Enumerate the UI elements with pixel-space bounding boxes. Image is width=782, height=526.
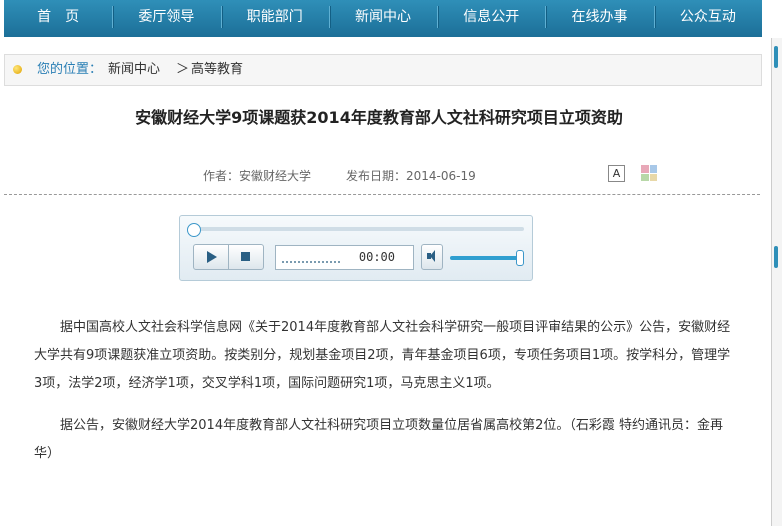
page-scrollbar[interactable] (771, 38, 782, 526)
progress-handle[interactable] (187, 223, 201, 237)
nav-departments[interactable]: 职能部门 (220, 0, 329, 37)
progress-track[interactable] (188, 227, 524, 231)
article-author: 作者：安徽财经大学 (203, 169, 312, 183)
breadcrumb-label: 您的位置： (37, 62, 103, 77)
buffer-indicator (282, 261, 340, 263)
volume-handle[interactable] (516, 250, 524, 266)
nav-online-service[interactable]: 在线办事 (545, 0, 653, 37)
stop-icon (241, 252, 250, 261)
article-paragraph: 据公告，安徽财经大学2014年度教育部人文社科研究项目立项数量位居省属高校第2位… (34, 418, 723, 461)
time-text: 00:00 (358, 250, 395, 264)
page-title: 安徽财经大学9项课题获2014年度教育部人文社科研究项目立项资助 (135, 108, 623, 127)
audio-player: 00:00 (179, 215, 533, 281)
nav-news[interactable]: 新闻中心 (328, 0, 437, 37)
time-display: 00:00 (275, 245, 414, 270)
divider (4, 194, 760, 195)
scroll-marker (774, 46, 778, 68)
breadcrumb-education-link[interactable]: 高等教育 (191, 55, 243, 85)
color-theme-icon[interactable] (641, 165, 657, 181)
font-size-icon[interactable]: A (608, 165, 625, 182)
breadcrumb-separator: ＞ (176, 62, 190, 77)
article-date: 发布日期：2014-06-19 (346, 169, 476, 183)
article-paragraph: 据中国高校人文社会科学信息网《关于2014年度教育部人文社会科学研究一般项目评审… (34, 320, 731, 391)
play-icon (207, 251, 217, 263)
top-nav: 首 页 委厅领导 职能部门 新闻中心 信息公开 在线办事 公众互动 (4, 0, 762, 37)
mute-button[interactable] (421, 244, 443, 270)
nav-info-disclosure[interactable]: 信息公开 (437, 0, 545, 37)
volume-slider[interactable] (450, 256, 520, 260)
bullet-icon (13, 65, 22, 74)
breadcrumb-news-link[interactable]: 新闻中心 (108, 55, 160, 85)
scroll-marker (774, 246, 778, 268)
breadcrumb: 您的位置： 新闻中心 ＞ 高等教育 (4, 54, 762, 86)
nav-home[interactable]: 首 页 (4, 0, 112, 37)
nav-interaction[interactable]: 公众互动 (653, 0, 762, 37)
play-button[interactable] (193, 244, 229, 270)
nav-leaders[interactable]: 委厅领导 (112, 0, 220, 37)
stop-button[interactable] (228, 244, 264, 270)
